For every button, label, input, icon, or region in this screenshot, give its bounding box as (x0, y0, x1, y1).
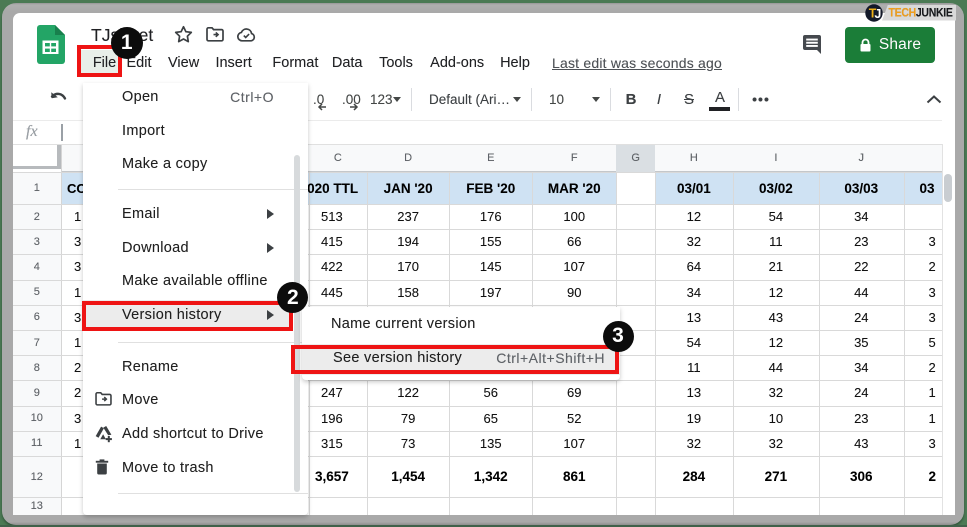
svg-text:J: J (874, 7, 881, 21)
